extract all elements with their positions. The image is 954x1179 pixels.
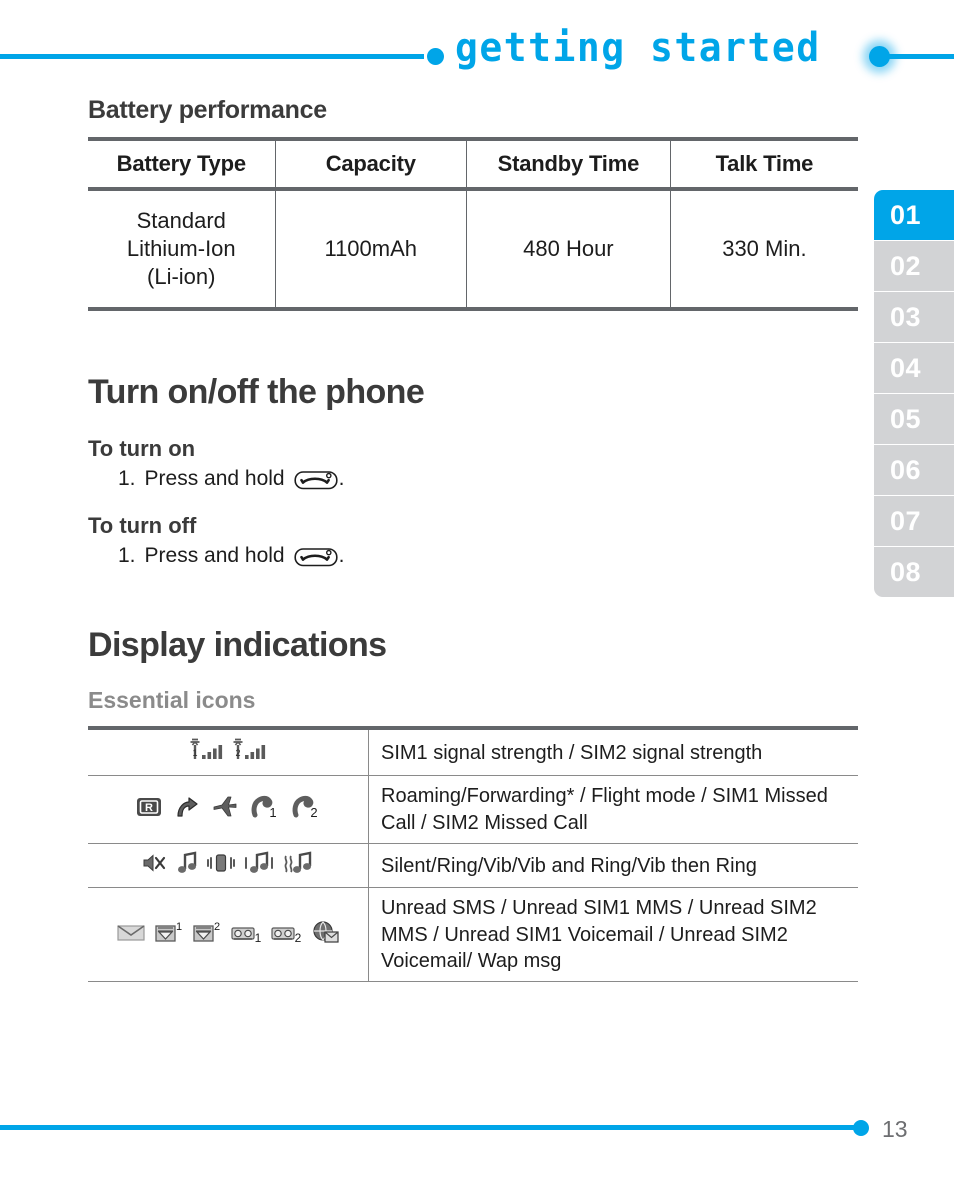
turn-on-off-heading: Turn on/off the phone (88, 373, 425, 412)
footer-rule (0, 1125, 856, 1130)
display-indications-heading: Display indications (88, 626, 387, 665)
footer-dot (853, 1120, 869, 1136)
vibrate-and-ring-icon (244, 851, 274, 880)
column-header-talk-time: Talk Time (715, 151, 814, 176)
sim1-signal-strength-icon: 1 (189, 737, 225, 768)
to-turn-on-steps: 1. Press and hold . (88, 467, 858, 491)
icon-description: Roaming/Forwarding* / Flight mode / SIM1… (381, 785, 828, 834)
svg-text:1: 1 (255, 931, 262, 945)
unread-sim1-voicemail-icon: 1 (230, 919, 262, 950)
battery-performance-heading: Battery performance (88, 96, 327, 124)
unread-sms-icon (116, 920, 146, 949)
icon-cell (88, 843, 369, 888)
to-turn-off-heading: To turn off (88, 513, 197, 539)
step-text: Press and hold (144, 467, 285, 491)
chapter-tab-04[interactable]: 04 (874, 343, 954, 393)
essential-icons-subheading: Essential icons (88, 687, 256, 714)
battery-performance-table: Battery Type Capacity Standby Time Talk … (88, 137, 858, 311)
vibrate-then-ring-icon (283, 851, 315, 880)
svg-text:2: 2 (214, 921, 220, 933)
page-header: getting started (0, 0, 954, 92)
to-turn-off-steps: 1. Press and hold . (88, 544, 858, 568)
icon-cell: R 1 2 (88, 775, 369, 844)
step-text: Press and hold (144, 544, 285, 568)
header-rule-right (888, 54, 954, 59)
cell-battery-type: Standard Lithium-Ion (Li-ion) (88, 189, 276, 310)
step-number: 1. (118, 467, 136, 491)
end-call-key-icon (294, 546, 338, 567)
page-footer: 13 (0, 1116, 954, 1146)
svg-text:2: 2 (310, 805, 317, 820)
page-title: getting started (455, 24, 821, 71)
header-dot-left (427, 48, 444, 65)
end-call-key-icon (294, 469, 338, 490)
column-header-battery-type: Battery Type (88, 139, 276, 189)
table-row: 1 2 (88, 887, 858, 982)
icon-cell: 1 2 (88, 887, 369, 982)
step-text-suffix: . (338, 544, 345, 568)
unread-sim2-mms-icon: 2 (192, 919, 222, 950)
table-row: 1 2 (88, 728, 858, 776)
cell-capacity: 1100mAh (275, 189, 467, 310)
essential-icons-table: 1 2 SIM1 signal strength / SIM2 signal s… (88, 726, 858, 982)
sim2-missed-call-icon: 2 (291, 794, 321, 825)
svg-text:1: 1 (192, 748, 197, 758)
icon-description: Unread SMS / Unread SIM1 MMS / Unread SI… (381, 897, 817, 973)
page-number: 13 (882, 1116, 908, 1142)
svg-text:1: 1 (176, 921, 182, 933)
silent-icon (141, 851, 167, 880)
unread-sim1-mms-icon: 1 (154, 919, 184, 950)
icon-description: Silent/Ring/Vib/Vib and Ring/Vib then Ri… (381, 854, 757, 877)
list-item: 1. Press and hold . (118, 544, 858, 568)
chapter-tab-05[interactable]: 05 (874, 394, 954, 444)
step-text-suffix: . (338, 467, 345, 491)
vibrate-icon (207, 851, 235, 880)
svg-text:1: 1 (269, 805, 276, 820)
table-header-row: Battery Type Capacity Standby Time Talk … (88, 139, 858, 189)
chapter-tab-03[interactable]: 03 (874, 292, 954, 342)
wap-msg-icon (310, 919, 340, 950)
svg-text:2: 2 (295, 931, 302, 945)
table-row: Standard Lithium-Ion (Li-ion) 1100mAh 48… (88, 189, 858, 310)
icon-description: SIM1 signal strength / SIM2 signal stren… (381, 741, 763, 764)
flight-mode-icon (211, 794, 239, 825)
table-row: Silent/Ring/Vib/Vib and Ring/Vib then Ri… (88, 843, 858, 888)
chapter-tab-08[interactable]: 08 (874, 547, 954, 597)
sim1-missed-call-icon: 1 (250, 794, 280, 825)
battery-type-line2: Lithium-Ion (126, 236, 236, 262)
header-rule-left (0, 54, 424, 59)
list-item: 1. Press and hold . (118, 467, 858, 491)
table-row: R 1 2 Roaming/Forwarding* / Flight mode … (88, 775, 858, 844)
step-number: 1. (118, 544, 136, 568)
chapter-tab-06[interactable]: 06 (874, 445, 954, 495)
svg-text:R: R (145, 802, 153, 814)
chapter-tab-07[interactable]: 07 (874, 496, 954, 546)
sim2-signal-strength-icon: 2 (232, 737, 268, 768)
to-turn-on-heading: To turn on (88, 436, 196, 462)
call-forwarding-icon (174, 794, 200, 825)
header-dot-right (869, 46, 890, 67)
column-header-standby-time: Standby Time (466, 139, 671, 189)
cell-standby-time: 480 Hour (466, 189, 671, 310)
column-header-capacity: Capacity (275, 139, 467, 189)
cell-talk-time: 330 Min. (722, 236, 807, 262)
roaming-icon: R (135, 794, 163, 825)
unread-sim2-voicemail-icon: 2 (270, 919, 302, 950)
chapter-tab-01[interactable]: 01 (874, 190, 954, 240)
battery-type-line1: Standard (136, 208, 226, 233)
icon-cell: 1 2 (88, 728, 369, 776)
ring-icon (176, 851, 198, 880)
chapter-tabs[interactable]: 01 02 03 04 05 06 07 08 (874, 190, 954, 598)
battery-type-line3: (Li-ion) (147, 264, 216, 290)
svg-text:2: 2 (235, 748, 240, 758)
chapter-tab-02[interactable]: 02 (874, 241, 954, 291)
page-content: Battery performance Battery Type Capacit… (88, 96, 858, 982)
